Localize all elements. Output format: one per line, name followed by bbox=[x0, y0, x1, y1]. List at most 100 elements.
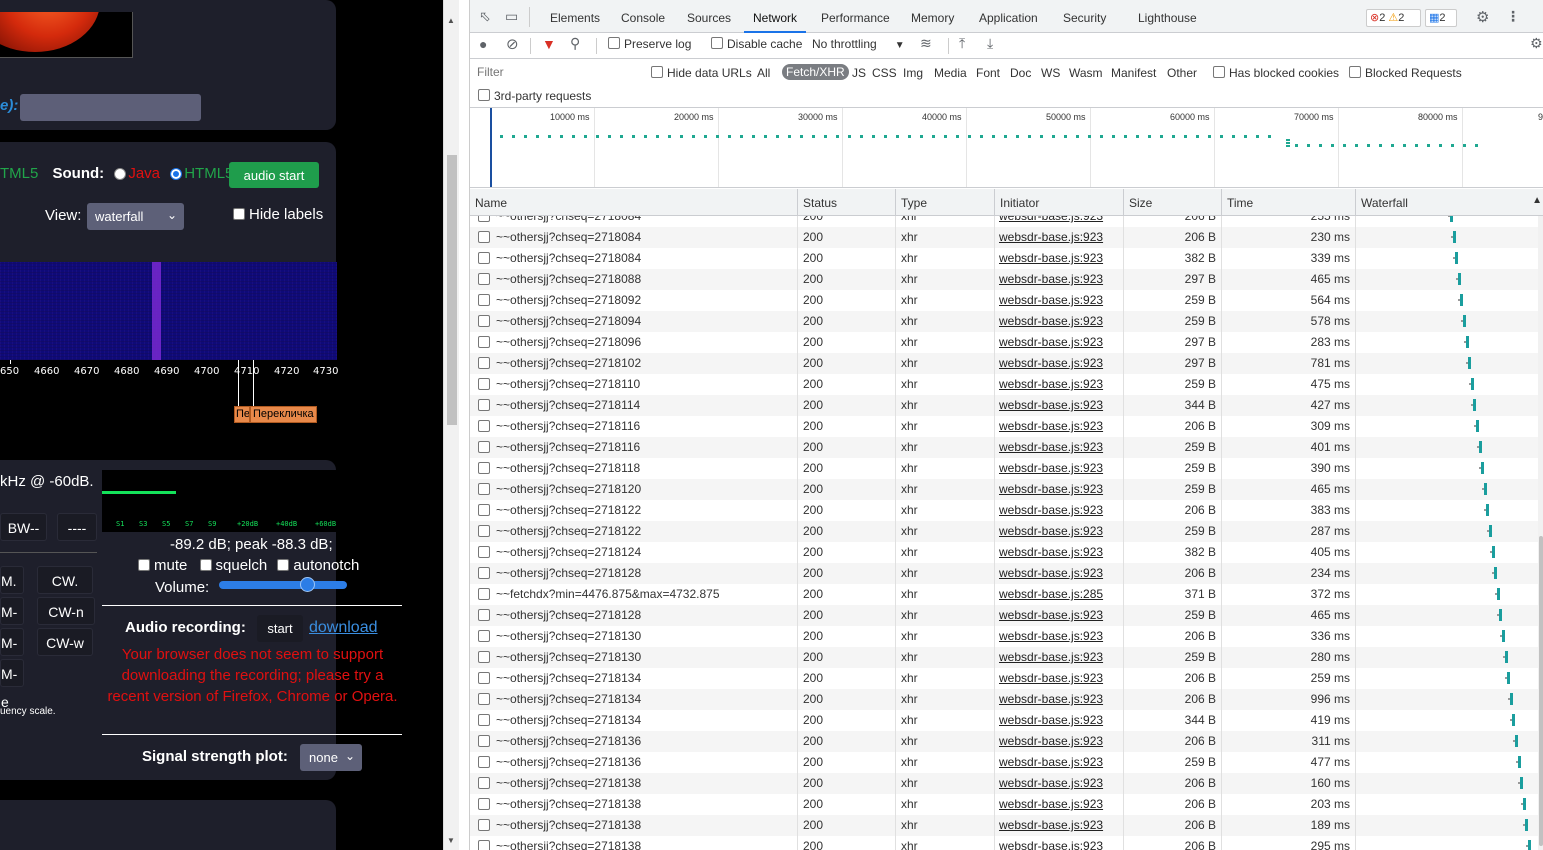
preserve-log-toggle[interactable]: Preserve log bbox=[608, 37, 691, 51]
request-name[interactable]: ~~othersjj?chseq=2718122 bbox=[470, 500, 798, 521]
request-name[interactable]: ~~othersjj?chseq=2718084 bbox=[470, 248, 798, 269]
bw-narrow-button[interactable]: BW-- bbox=[0, 513, 47, 541]
request-name[interactable]: ~~othersjj?chseq=2718138 bbox=[470, 815, 798, 836]
request-name[interactable]: ~~othersjj?chseq=2718102 bbox=[470, 353, 798, 374]
more-options-icon[interactable]: ⋮ bbox=[1506, 8, 1520, 25]
request-name[interactable]: ~~fetchdx?min=4476.875&max=4732.875 bbox=[470, 584, 798, 605]
request-initiator[interactable]: websdr-base.js:923 bbox=[995, 752, 1124, 773]
request-name[interactable]: ~~othersjj?chseq=2718128 bbox=[470, 563, 798, 584]
column-waterfall[interactable]: Waterfall bbox=[1356, 189, 1543, 216]
volume-slider[interactable] bbox=[219, 577, 347, 592]
blocked-requests-checkbox[interactable] bbox=[1349, 66, 1361, 78]
column-time[interactable]: Time bbox=[1222, 189, 1356, 216]
request-name[interactable]: ~~othersjj?chseq=2718118 bbox=[470, 458, 798, 479]
mute-checkbox[interactable] bbox=[138, 559, 150, 571]
request-name[interactable]: ~~othersjj?chseq=2718084 bbox=[470, 227, 798, 248]
third-party-checkbox[interactable] bbox=[478, 89, 490, 101]
filter-input[interactable] bbox=[474, 62, 637, 82]
table-row[interactable]: ~~othersjj?chseq=2718134 200 xhr websdr-bas… bbox=[470, 689, 1538, 710]
request-initiator[interactable]: websdr-base.js:923 bbox=[995, 521, 1124, 542]
request-name[interactable]: ~~othersjj?chseq=2718134 bbox=[470, 689, 798, 710]
request-initiator[interactable]: websdr-base.js:923 bbox=[995, 437, 1124, 458]
error-warning-badge[interactable]: ⊗2 ⚠2 bbox=[1366, 9, 1421, 27]
table-row[interactable]: ~~othersjj?chseq=2718138 200 xhr websdr-bas… bbox=[470, 815, 1538, 836]
table-row[interactable]: ~~othersjj?chseq=2718092 200 xhr websdr-bas… bbox=[470, 290, 1538, 311]
request-initiator[interactable]: websdr-base.js:923 bbox=[995, 269, 1124, 290]
request-initiator[interactable]: websdr-base.js:923 bbox=[995, 563, 1124, 584]
mode-cw-w-button[interactable]: CW-w bbox=[37, 628, 93, 656]
filter-type-fetch-xhr[interactable]: Fetch/XHR bbox=[782, 64, 849, 80]
filter-icon[interactable]: ▼ bbox=[542, 36, 556, 52]
request-name[interactable]: ~~othersjj?chseq=2718138 bbox=[470, 836, 798, 850]
column-name[interactable]: Name bbox=[470, 189, 798, 216]
inspect-element-icon[interactable]: ⬁ bbox=[479, 8, 491, 25]
table-row[interactable]: ~~othersjj?chseq=2718114 200 xhr websdr-bas… bbox=[470, 395, 1538, 416]
request-initiator[interactable]: websdr-base.js:923 bbox=[995, 647, 1124, 668]
request-initiator[interactable]: websdr-base.js:923 bbox=[995, 395, 1124, 416]
hide-data-urls-toggle[interactable]: Hide data URLs bbox=[651, 66, 752, 80]
column-status[interactable]: Status bbox=[798, 189, 896, 216]
network-overview-timeline[interactable]: 10000 ms 20000 ms 30000 ms 40000 ms 5000… bbox=[470, 108, 1543, 188]
request-name[interactable]: ~~othersjj?chseq=2718116 bbox=[470, 416, 798, 437]
request-name[interactable]: ~~othersjj?chseq=2718094 bbox=[470, 311, 798, 332]
filter-type-media[interactable]: Media bbox=[934, 66, 967, 80]
scroll-up-icon[interactable]: ▲ bbox=[447, 16, 455, 25]
table-row[interactable]: ~~othersjj?chseq=2718128 200 xhr websdr-bas… bbox=[470, 605, 1538, 626]
table-row[interactable]: ~~othersjj?chseq=2718130 200 xhr websdr-bas… bbox=[470, 647, 1538, 668]
request-name[interactable]: ~~othersjj?chseq=2718130 bbox=[470, 647, 798, 668]
sort-up-icon[interactable]: ▲ bbox=[1532, 195, 1542, 206]
tab-memory[interactable]: Memory bbox=[911, 0, 954, 33]
request-name[interactable]: ~~othersjj?chseq=2718084 bbox=[470, 216, 798, 227]
request-initiator[interactable]: websdr-base.js:923 bbox=[995, 374, 1124, 395]
mode-am-w-button[interactable]: M-w bbox=[0, 628, 24, 679]
page-scrollbar-thumb[interactable] bbox=[447, 155, 457, 425]
table-row[interactable]: ~~othersjj?chseq=2718130 200 xhr websdr-bas… bbox=[470, 626, 1538, 647]
request-initiator[interactable]: websdr-base.js:923 bbox=[995, 416, 1124, 437]
tab-performance[interactable]: Performance bbox=[821, 0, 890, 33]
request-initiator[interactable]: websdr-base.js:923 bbox=[995, 216, 1124, 227]
filter-type-img[interactable]: Img bbox=[903, 66, 923, 80]
request-initiator[interactable]: websdr-base.js:923 bbox=[995, 626, 1124, 647]
table-row[interactable]: ~~othersjj?chseq=2718124 200 xhr websdr-bas… bbox=[470, 542, 1538, 563]
request-initiator[interactable]: websdr-base.js:923 bbox=[995, 311, 1124, 332]
device-toolbar-icon[interactable]: ▭ bbox=[505, 8, 518, 25]
table-row[interactable]: ~~othersjj?chseq=2718084 200 xhr websdr-bas… bbox=[470, 216, 1538, 227]
filter-type-js[interactable]: JS bbox=[852, 66, 866, 80]
table-row[interactable]: ~~othersjj?chseq=2718088 200 xhr websdr-bas… bbox=[470, 269, 1538, 290]
table-row[interactable]: ~~othersjj?chseq=2718122 200 xhr websdr-bas… bbox=[470, 521, 1538, 542]
request-initiator[interactable]: websdr-base.js:923 bbox=[995, 479, 1124, 500]
throttling-select[interactable]: No throttling ▼ bbox=[812, 37, 905, 51]
filter-type-manifest[interactable]: Manifest bbox=[1111, 66, 1156, 80]
filter-type-all[interactable]: All bbox=[757, 66, 770, 80]
tab-sources[interactable]: Sources bbox=[687, 0, 731, 33]
request-name[interactable]: ~~othersjj?chseq=2718120 bbox=[470, 479, 798, 500]
table-row[interactable]: ~~othersjj?chseq=2718136 200 xhr websdr-bas… bbox=[470, 752, 1538, 773]
table-row[interactable]: ~~othersjj?chseq=2718134 200 xhr websdr-bas… bbox=[470, 710, 1538, 731]
table-row[interactable]: ~~othersjj?chseq=2718096 200 xhr websdr-bas… bbox=[470, 332, 1538, 353]
request-name[interactable]: ~~othersjj?chseq=2718136 bbox=[470, 752, 798, 773]
tab-network[interactable]: Network bbox=[744, 0, 807, 33]
view-select[interactable]: waterfall ⌄ bbox=[87, 203, 184, 230]
recording-start-button[interactable]: start bbox=[257, 615, 303, 642]
request-initiator[interactable]: websdr-base.js:923 bbox=[995, 290, 1124, 311]
request-name[interactable]: ~~othersjj?chseq=2718122 bbox=[470, 521, 798, 542]
request-initiator[interactable]: websdr-base.js:923 bbox=[995, 605, 1124, 626]
autonotch-checkbox[interactable] bbox=[277, 559, 290, 571]
disable-cache-checkbox[interactable] bbox=[711, 37, 723, 49]
table-row[interactable]: ~~othersjj?chseq=2718102 200 xhr websdr-bas… bbox=[470, 353, 1538, 374]
frequency-scale[interactable]: 650 4660 4670 4680 4690 4700 4710 4720 4… bbox=[0, 360, 338, 440]
record-icon[interactable]: ● bbox=[479, 36, 487, 52]
filter-type-other[interactable]: Other bbox=[1167, 66, 1197, 80]
table-row[interactable]: ~~othersjj?chseq=2718136 200 xhr websdr-bas… bbox=[470, 731, 1538, 752]
request-initiator[interactable]: websdr-base.js:923 bbox=[995, 500, 1124, 521]
tab-elements[interactable]: Elements bbox=[550, 0, 600, 33]
import-har-icon[interactable]: ⤒ bbox=[959, 35, 965, 52]
has-blocked-cookies-checkbox[interactable] bbox=[1213, 66, 1225, 78]
tab-application[interactable]: Application bbox=[979, 0, 1038, 33]
filter-type-font[interactable]: Font bbox=[976, 66, 1000, 80]
request-name[interactable]: ~~othersjj?chseq=2718124 bbox=[470, 542, 798, 563]
download-link[interactable]: download bbox=[309, 619, 378, 637]
request-initiator[interactable]: websdr-base.js:923 bbox=[995, 248, 1124, 269]
page-scrollbar[interactable]: ▲ ▼ bbox=[443, 0, 459, 850]
table-row[interactable]: ~~othersjj?chseq=2718120 200 xhr websdr-bas… bbox=[470, 479, 1538, 500]
